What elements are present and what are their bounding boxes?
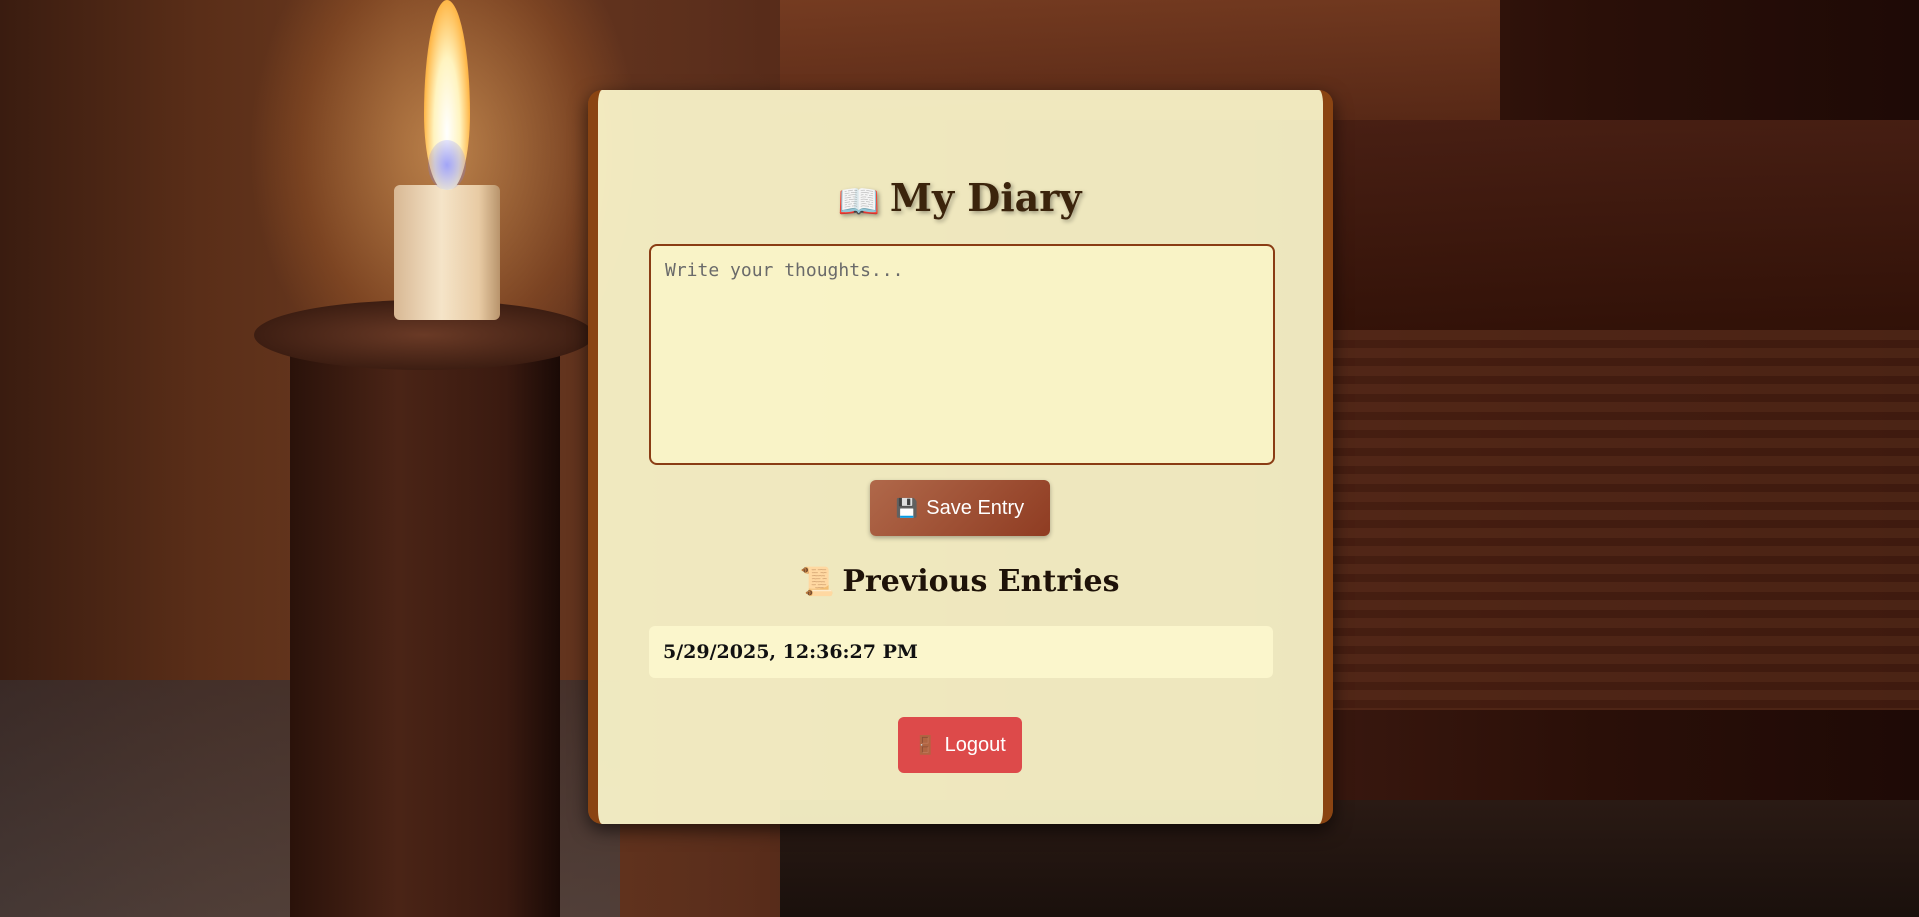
scroll-icon: 📜 [799, 565, 835, 598]
entry-list-item[interactable]: 5/29/2025, 12:36:27 PM [649, 626, 1273, 678]
page-title-text: My Diary [889, 175, 1082, 220]
background-candle-stand [290, 340, 560, 917]
entries-list: 5/29/2025, 12:36:27 PM [649, 626, 1273, 678]
open-book-icon: 📖 [837, 182, 880, 222]
door-icon: 🚪 [914, 734, 937, 756]
save-entry-label: Save Entry [926, 496, 1025, 519]
previous-entries-heading-text: Previous Entries [842, 564, 1120, 599]
background-book-pages [1330, 330, 1919, 710]
logout-button[interactable]: 🚪 Logout [898, 717, 1022, 773]
floppy-disk-icon: 💾 [895, 497, 919, 519]
previous-entries-heading: 📜 Previous Entries [0, 560, 1919, 604]
diary-entry-textarea[interactable] [649, 244, 1275, 465]
save-entry-button[interactable]: 💾 Save Entry [870, 480, 1050, 536]
page-title: 📖 My Diary [0, 172, 1919, 228]
entry-timestamp: 5/29/2025, 12:36:27 PM [663, 641, 918, 663]
logout-label: Logout [944, 733, 1006, 756]
